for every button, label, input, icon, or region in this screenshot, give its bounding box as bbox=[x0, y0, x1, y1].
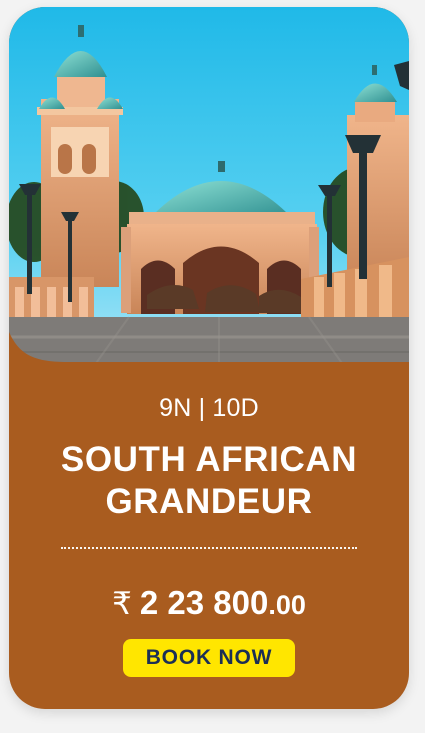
palace-photo bbox=[9, 7, 409, 387]
package-title-line1: SOUTH AFRICAN bbox=[60, 440, 358, 479]
dotted-divider bbox=[61, 547, 357, 549]
tour-package-card[interactable]: 9N | 10D SOUTH AFRICAN GRANDEUR ₹2 23 80… bbox=[9, 7, 409, 709]
package-price: ₹2 23 800.00 bbox=[9, 584, 409, 624]
price-decimals: .00 bbox=[268, 590, 306, 620]
package-title: SOUTH AFRICAN GRANDEUR bbox=[29, 439, 389, 523]
price-amount: 2 23 800 bbox=[139, 584, 269, 621]
book-now-button[interactable]: BOOK NOW bbox=[123, 639, 295, 677]
package-duration: 9N | 10D bbox=[159, 394, 259, 422]
package-details: 9N | 10D SOUTH AFRICAN GRANDEUR ₹2 23 80… bbox=[9, 387, 409, 709]
rupee-icon: ₹ bbox=[112, 586, 132, 622]
package-title-line2: GRANDEUR bbox=[105, 482, 313, 521]
